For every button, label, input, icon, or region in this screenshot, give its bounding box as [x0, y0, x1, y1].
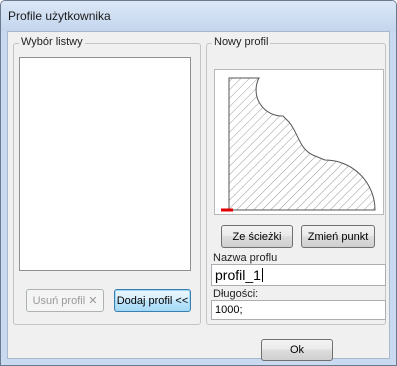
profile-shape	[228, 77, 376, 211]
profile-shape-svg	[221, 77, 376, 212]
profile-name-field[interactable]: profil_1	[211, 264, 386, 286]
from-path-button[interactable]: Ze ścieżki	[221, 225, 293, 248]
dialog-body: Wybór listwy Usuń profil ✕ Dodaj profil …	[7, 31, 390, 361]
molding-selection-label: Wybór listwy	[19, 36, 85, 48]
change-point-button[interactable]: Zmień punkt	[301, 225, 375, 248]
lengths-label: Długości:	[213, 288, 259, 300]
remove-profile-button[interactable]: Usuń profil ✕	[26, 289, 104, 312]
molding-selection-group: Wybór listwy Usuń profil ✕ Dodaj profil …	[13, 36, 201, 325]
add-profile-button[interactable]: Dodaj profil <<	[114, 289, 191, 312]
lengths-field[interactable]: 1000;	[211, 300, 386, 320]
molding-list[interactable]	[19, 57, 191, 271]
profile-name-value: profil_1	[215, 267, 261, 283]
new-profile-label: Nowy profil	[212, 36, 271, 48]
lengths-value: 1000;	[215, 304, 243, 316]
dialog-window: Profile użytkownika Wybór listwy Usuń pr…	[0, 0, 397, 366]
profile-preview[interactable]	[214, 69, 384, 215]
ok-button[interactable]: Ok	[261, 339, 333, 361]
profile-name-label: Nazwa proflu	[213, 252, 278, 264]
title-bar[interactable]: Profile użytkownika	[1, 1, 396, 31]
window-title: Profile użytkownika	[8, 9, 111, 23]
text-caret	[261, 268, 263, 282]
